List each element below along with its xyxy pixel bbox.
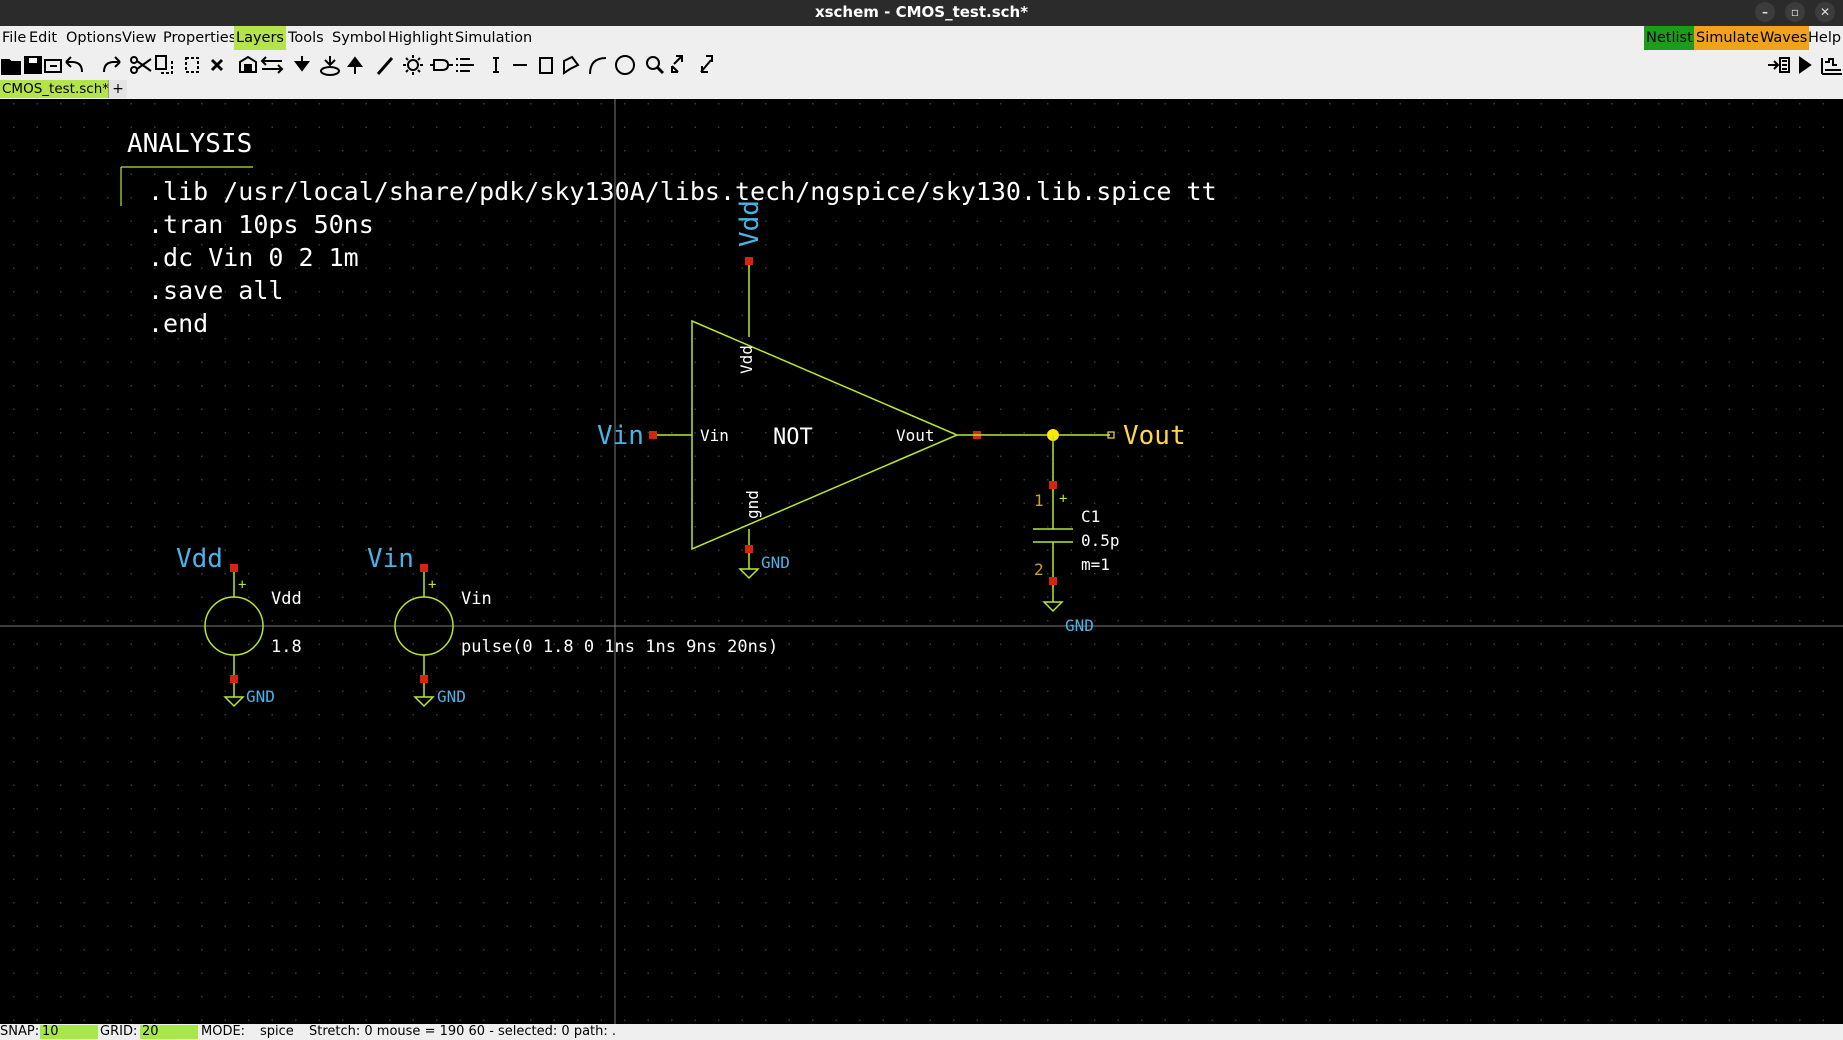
- inverter-pin-vin: Vin: [700, 426, 729, 445]
- simulate-icon[interactable]: [1799, 56, 1812, 74]
- inverter-pin-vout: Vout: [896, 426, 935, 445]
- redo-icon[interactable]: [103, 56, 121, 73]
- net-label-icon[interactable]: [430, 59, 453, 71]
- circle-icon[interactable]: [615, 55, 635, 75]
- analysis-line-tran: .tran 10ps 50ns: [148, 210, 374, 239]
- c1-value: 0.5p: [1081, 531, 1120, 550]
- cut-icon[interactable]: [130, 56, 152, 74]
- inverter-vdd-pin[interactable]: [745, 257, 753, 265]
- zoom-in-icon[interactable]: [671, 55, 683, 73]
- tab-bar: CMOS_test.sch* +: [0, 80, 1843, 99]
- analysis-title: ANALYSIS: [127, 129, 252, 159]
- menu-highlight[interactable]: Highlight: [386, 26, 455, 50]
- svg-text:+: +: [428, 577, 436, 593]
- pop-up-icon[interactable]: [347, 56, 363, 74]
- inverter-in-pin[interactable]: [649, 431, 657, 439]
- snap-label: SNAP:: [0, 1024, 40, 1039]
- minimize-button[interactable]: –: [1755, 2, 1775, 22]
- inverter-name: NOT: [773, 425, 813, 450]
- delete-icon[interactable]: [210, 58, 224, 72]
- analysis-line-lib: .lib /usr/local/share/pdk/sky130A/libs.t…: [148, 177, 1217, 206]
- c1-name: C1: [1081, 507, 1100, 526]
- menu-help[interactable]: Help: [1806, 26, 1843, 50]
- save-icon[interactable]: [24, 56, 42, 74]
- text-icon[interactable]: [493, 57, 499, 73]
- menu-properties[interactable]: Properties: [161, 26, 238, 50]
- duplicate-icon[interactable]: [185, 57, 199, 73]
- grid-field[interactable]: 20: [140, 1025, 198, 1039]
- menu-bar: File Edit Options View Properties Layers…: [0, 26, 1843, 50]
- inverter-gnd-pin[interactable]: [745, 545, 753, 553]
- status-info: Stretch: 0 mouse = 190 60 - selected: 0 …: [309, 1024, 617, 1039]
- vin-source-gnd-label: GND: [437, 687, 466, 706]
- c1-gnd-label: GND: [1065, 616, 1094, 635]
- menu-file[interactable]: File: [0, 26, 28, 50]
- vout-net-label: Vout: [1123, 421, 1186, 451]
- vin-source-net-label: Vin: [367, 544, 414, 574]
- menu-layers[interactable]: Layers: [234, 26, 286, 50]
- maximize-button[interactable]: ▫: [1785, 2, 1805, 22]
- inverter-gnd-label: GND: [761, 553, 790, 572]
- status-bar: SNAP: 10 GRID: 20 MODE: spice Stretch: 0…: [0, 1024, 1843, 1040]
- copy-icon[interactable]: [155, 55, 173, 74]
- schematic-canvas[interactable]: ANALYSIS .lib /usr/local/share/pdk/sky13…: [0, 99, 1843, 1024]
- zoom-full-icon[interactable]: [700, 55, 713, 73]
- place-symbol-icon[interactable]: [239, 55, 257, 73]
- arc-icon[interactable]: [589, 57, 607, 75]
- analysis-line-end: .end: [148, 309, 208, 338]
- vin-source-value: pulse(0 1.8 0 1ns 1ns 9ns 20ns): [461, 637, 778, 657]
- highlight-icon[interactable]: [403, 55, 423, 75]
- c1-pin1-label: 1: [1034, 491, 1044, 510]
- netlist-button[interactable]: Netlist: [1644, 26, 1695, 50]
- menu-edit[interactable]: Edit: [27, 26, 59, 50]
- reload-icon[interactable]: [44, 59, 62, 73]
- mode-label: MODE:: [201, 1024, 246, 1039]
- window-title-bar: xschem - CMOS_test.sch* – ▫ ✕: [0, 0, 1843, 26]
- vin-source-name: Vin: [461, 589, 492, 609]
- menu-options[interactable]: Options: [64, 26, 124, 50]
- waves-button[interactable]: Waves: [1758, 26, 1810, 50]
- vdd-source-gnd-label: GND: [246, 687, 275, 706]
- c1-mult: m=1: [1081, 555, 1110, 574]
- vin-net-label: Vin: [597, 421, 644, 451]
- grid-label: GRID:: [100, 1024, 138, 1039]
- waves-icon[interactable]: [1821, 58, 1842, 75]
- descend-icon[interactable]: [320, 56, 340, 76]
- undo-icon[interactable]: [65, 56, 83, 73]
- simulate-button[interactable]: Simulate: [1694, 26, 1763, 50]
- snap-field[interactable]: 10: [40, 1025, 98, 1039]
- polygon-icon[interactable]: [563, 55, 580, 75]
- menu-simulation[interactable]: Simulation: [453, 26, 534, 50]
- menu-view[interactable]: View: [120, 26, 158, 50]
- close-button[interactable]: ✕: [1815, 2, 1835, 22]
- wire-icon[interactable]: [376, 57, 394, 75]
- svg-text:+: +: [238, 577, 246, 593]
- inverter-pin-vdd: Vdd: [737, 345, 756, 374]
- analysis-line-save: .save all: [148, 276, 283, 305]
- rect-icon[interactable]: [539, 57, 553, 74]
- svg-text:+: +: [1059, 491, 1067, 507]
- vdd-source-value: 1.8: [271, 637, 302, 657]
- netlist-icon[interactable]: [1768, 57, 1790, 73]
- window-title: xschem - CMOS_test.sch*: [814, 3, 1029, 21]
- pin-icon[interactable]: [456, 58, 474, 72]
- zoom-icon[interactable]: [646, 56, 665, 75]
- push-down-icon[interactable]: [294, 56, 310, 72]
- c1-pin2-label: 2: [1034, 560, 1044, 579]
- vdd-net-label: Vdd: [735, 200, 765, 247]
- tab-cmos-test[interactable]: CMOS_test.sch*: [0, 80, 111, 98]
- swap-icon[interactable]: [260, 56, 284, 74]
- vdd-source-name: Vdd: [271, 589, 302, 609]
- vdd-source-net-label: Vdd: [176, 544, 223, 574]
- mode-value: spice: [260, 1024, 294, 1039]
- new-tab-button[interactable]: +: [108, 80, 127, 98]
- menu-tools[interactable]: Tools: [286, 26, 326, 50]
- analysis-line-dc: .dc Vin 0 2 1m: [148, 243, 359, 272]
- inverter-pin-gnd: gnd: [743, 490, 762, 519]
- open-icon[interactable]: [1, 59, 21, 75]
- toolbar: [0, 50, 1843, 80]
- menu-symbol[interactable]: Symbol: [330, 26, 388, 50]
